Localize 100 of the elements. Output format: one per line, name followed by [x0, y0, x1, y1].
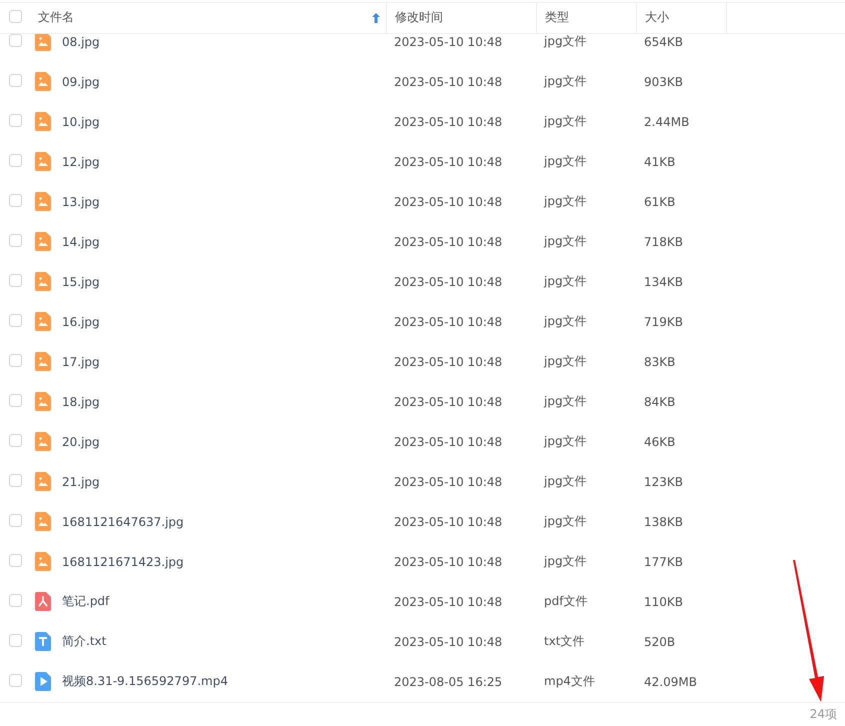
file-type: jpg文件	[542, 193, 588, 210]
text-file-icon	[35, 632, 51, 652]
modified-time: 2023-05-10 10:48	[393, 594, 504, 609]
file-size: 138KB	[643, 514, 684, 529]
image-file-icon	[35, 112, 51, 132]
row-checkbox[interactable]	[9, 114, 22, 128]
image-file-icon	[35, 512, 51, 532]
file-size: 61KB	[643, 194, 676, 209]
file-size: 654KB	[643, 34, 684, 49]
modified-time: 2023-08-05 16:25	[393, 674, 504, 689]
file-name[interactable]: 17.jpg	[62, 354, 100, 369]
image-file-icon	[35, 472, 51, 492]
image-file-icon	[35, 352, 51, 372]
file-size: 719KB	[643, 314, 684, 329]
file-type: pdf文件	[543, 593, 588, 610]
modified-time: 2023-05-10 10:48	[393, 274, 504, 289]
row-checkbox[interactable]	[9, 434, 22, 448]
row-checkbox[interactable]	[9, 154, 22, 168]
modified-time: 2023-05-10 10:48	[393, 234, 504, 249]
file-name[interactable]: 15.jpg	[62, 274, 100, 289]
column-header[interactable]: 类型	[536, 3, 636, 33]
column-header[interactable]: 文件名	[30, 3, 386, 33]
file-size: 134KB	[643, 274, 684, 289]
video-file-icon	[35, 672, 51, 692]
file-type: jpg文件	[542, 153, 588, 170]
file-type: txt文件	[543, 633, 586, 650]
file-type: jpg文件	[542, 353, 588, 370]
modified-time: 2023-05-10 10:48	[393, 74, 504, 89]
modified-time: 2023-05-10 10:48	[393, 474, 504, 489]
row-checkbox[interactable]	[9, 314, 22, 328]
file-name[interactable]: 简介.txt	[62, 633, 106, 650]
file-size: 42.09MB	[643, 674, 698, 689]
image-file-icon	[35, 272, 51, 292]
image-file-icon	[35, 432, 51, 452]
row-checkbox[interactable]	[9, 354, 22, 368]
file-name[interactable]: 视频8.31-9.156592797.mp4	[62, 673, 228, 690]
image-file-icon	[35, 552, 51, 572]
row-checkbox[interactable]	[9, 394, 22, 408]
file-name[interactable]: 14.jpg	[62, 234, 100, 249]
file-name[interactable]: 08.jpg	[62, 34, 100, 49]
image-file-icon	[35, 232, 51, 252]
file-size: 110KB	[643, 594, 684, 609]
file-name[interactable]: 10.jpg	[62, 114, 100, 129]
modified-time: 2023-05-10 10:48	[393, 434, 504, 449]
file-size: 84KB	[643, 394, 676, 409]
modified-time: 2023-05-10 10:48	[393, 354, 504, 369]
file-name[interactable]: 笔记.pdf	[62, 593, 110, 610]
row-checkbox[interactable]	[9, 74, 22, 88]
modified-time: 2023-05-10 10:48	[393, 394, 504, 409]
file-type: jpg文件	[542, 73, 588, 90]
file-type: mp4文件	[543, 673, 596, 690]
pdf-file-icon	[35, 592, 51, 612]
file-type: jpg文件	[542, 233, 588, 250]
file-type: jpg文件	[542, 393, 588, 410]
file-name[interactable]: 16.jpg	[62, 314, 100, 329]
row-checkbox[interactable]	[9, 634, 22, 648]
modified-time: 2023-05-10 10:48	[393, 554, 504, 569]
file-size: 718KB	[643, 234, 684, 249]
file-size: 46KB	[643, 434, 676, 449]
row-checkbox[interactable]	[9, 194, 22, 208]
row-checkbox[interactable]	[9, 674, 22, 688]
image-file-icon	[35, 312, 51, 332]
image-file-icon	[35, 192, 51, 212]
row-checkbox[interactable]	[9, 34, 22, 48]
file-type: jpg文件	[542, 513, 588, 530]
file-size: 177KB	[643, 554, 684, 569]
modified-time: 2023-05-10 10:48	[393, 34, 504, 49]
file-name[interactable]: 21.jpg	[62, 474, 100, 489]
file-name[interactable]: 1681121647637.jpg	[62, 514, 184, 529]
modified-time: 2023-05-10 10:48	[393, 314, 504, 329]
file-type: jpg文件	[542, 273, 588, 290]
file-type: jpg文件	[542, 473, 588, 490]
file-size: 903KB	[643, 74, 684, 89]
column-header[interactable]: 大小	[636, 3, 726, 33]
file-size: 520B	[643, 634, 676, 649]
row-checkbox[interactable]	[9, 474, 22, 488]
row-checkbox[interactable]	[9, 274, 22, 288]
modified-time: 2023-05-10 10:48	[393, 154, 504, 169]
row-checkbox[interactable]	[9, 514, 22, 528]
file-name[interactable]: 12.jpg	[62, 154, 100, 169]
file-name[interactable]: 09.jpg	[62, 74, 100, 89]
modified-time: 2023-05-10 10:48	[393, 634, 504, 649]
file-name[interactable]: 1681121671423.jpg	[62, 554, 184, 569]
sort-ascending-icon[interactable]	[372, 12, 380, 23]
file-type: jpg文件	[542, 553, 588, 570]
column-header[interactable]: 修改时间	[386, 3, 536, 33]
file-size: 2.44MB	[643, 114, 690, 129]
file-name[interactable]: 18.jpg	[62, 394, 100, 409]
image-file-icon	[35, 72, 51, 92]
file-name[interactable]: 20.jpg	[62, 434, 100, 449]
file-size: 83KB	[643, 354, 676, 369]
row-checkbox[interactable]	[9, 554, 22, 568]
modified-time: 2023-05-10 10:48	[393, 514, 504, 529]
row-checkbox[interactable]	[9, 234, 22, 248]
file-size: 123KB	[643, 474, 684, 489]
row-checkbox[interactable]	[9, 594, 22, 608]
file-type: jpg文件	[542, 433, 588, 450]
select-all-checkbox[interactable]	[9, 10, 22, 24]
file-name[interactable]: 13.jpg	[62, 194, 100, 209]
item-count: 24项	[810, 706, 837, 723]
